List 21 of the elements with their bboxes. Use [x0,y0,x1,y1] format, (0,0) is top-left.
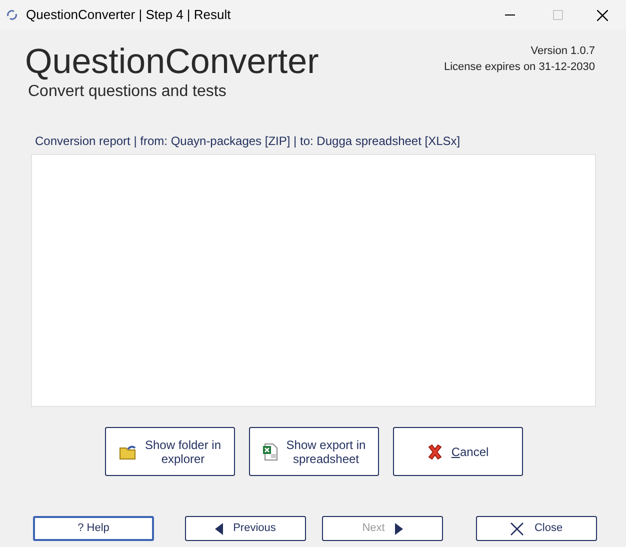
caret-right-icon [394,522,403,534]
app-subtitle: Convert questions and tests [28,82,228,102]
caret-left-icon [215,522,224,534]
action-button[interactable]: Show export in spreadsheet [249,427,379,476]
report-label: Conversion report | from: Quayn-packages [ZIP] | to: Dugga spreadsheet [XLSx] [35,134,460,148]
close-button[interactable]: Close [476,516,597,541]
window-title: QuestionConverter | Step 4 | Result [26,6,231,24]
spreadsheet-icon [262,442,278,460]
help-button[interactable]: ? Help [33,516,154,541]
maximize-icon [553,10,563,20]
previous-button[interactable]: Previous [185,516,306,541]
close-icon[interactable] [597,10,608,20]
action-button[interactable]: Show folder in explorer [105,427,235,476]
cross-icon [427,444,444,460]
version-text: Version 1.0.7 [530,44,595,59]
license-text: License expires on 31-12-2030 [444,60,595,75]
app-icon [6,9,18,21]
close-icon [510,522,524,536]
cancel-button[interactable]: Cancel [393,427,523,476]
folder-icon [118,444,137,460]
app-title: QuestionConverter [25,42,319,82]
